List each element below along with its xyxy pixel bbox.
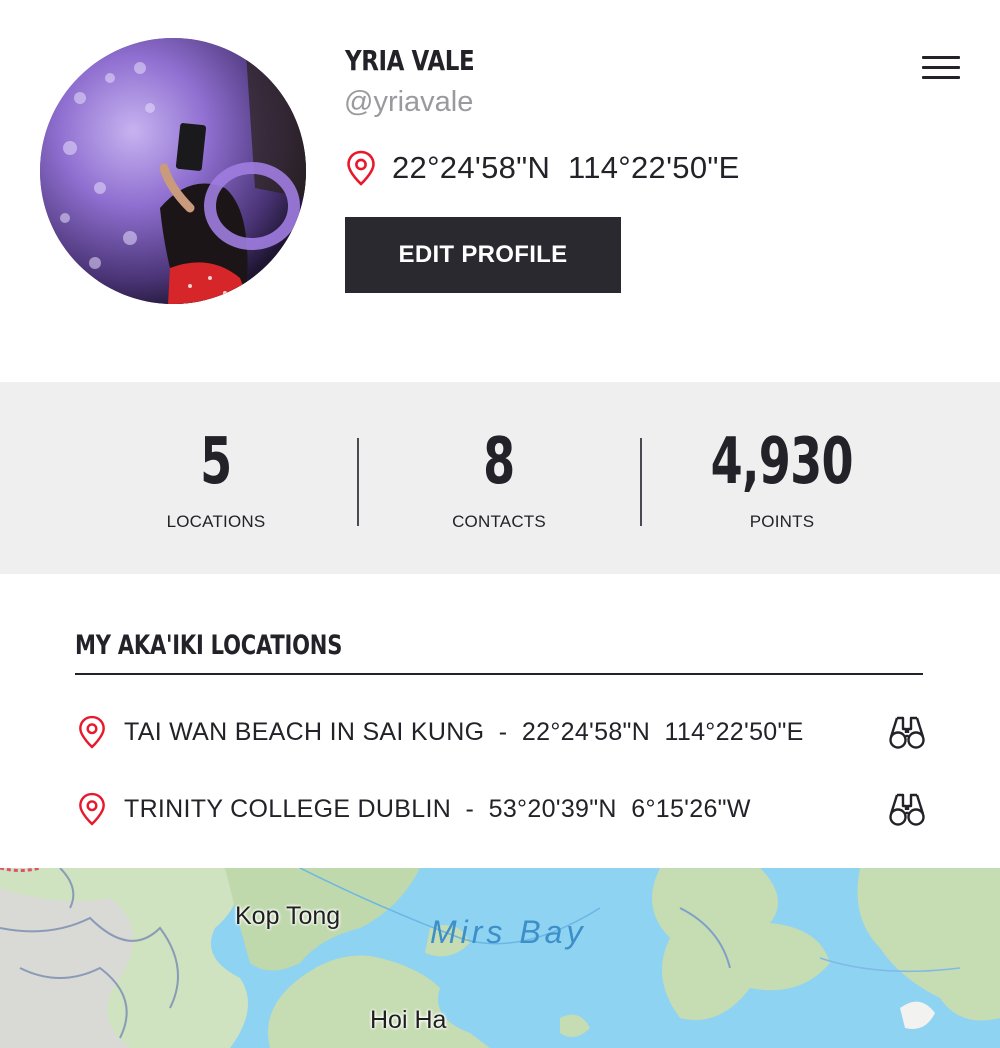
stat-value: 5 bbox=[200, 425, 232, 499]
map-graphic bbox=[0, 868, 1000, 1048]
list-item[interactable]: TAI WAN BEACH IN SAI KUNG - 22°24'58"N 1… bbox=[78, 712, 926, 752]
profile-coordinates: 22°24'58"N 114°22'50"E bbox=[346, 150, 740, 186]
stat-label: LOCATIONS bbox=[166, 512, 266, 531]
avatar bbox=[40, 38, 306, 304]
edit-profile-button[interactable]: EDIT PROFILE bbox=[345, 217, 621, 293]
binoculars-icon[interactable] bbox=[888, 715, 926, 749]
stat-divider bbox=[357, 438, 359, 526]
location-pin-icon bbox=[347, 150, 375, 186]
location-pin-icon bbox=[79, 792, 105, 826]
stat-value: 4,930 bbox=[710, 425, 854, 499]
coordinates-text: 22°24'58"N 114°22'50"E bbox=[392, 150, 740, 185]
stat-locations[interactable]: 5 LOCATIONS bbox=[86, 426, 346, 532]
stats-bar: 5 LOCATIONS 8 CONTACTS 4,930 POINTS bbox=[0, 382, 1000, 574]
stat-label: CONTACTS bbox=[452, 512, 546, 531]
list-item[interactable]: TRINITY COLLEGE DUBLIN - 53°20'39"N 6°15… bbox=[78, 789, 926, 829]
stat-value: 8 bbox=[483, 425, 515, 499]
profile-name: YRIA VALE bbox=[345, 44, 475, 77]
section-title: MY AKA'IKI LOCATIONS bbox=[75, 630, 343, 661]
location-text: TAI WAN BEACH IN SAI KUNG - 22°24'58"N 1… bbox=[124, 717, 804, 746]
stat-points[interactable]: 4,930 POINTS bbox=[652, 426, 912, 532]
map-label: Kop Tong bbox=[235, 902, 341, 930]
stat-contacts[interactable]: 8 CONTACTS bbox=[369, 426, 629, 532]
stat-divider bbox=[640, 438, 642, 526]
binoculars-icon[interactable] bbox=[888, 792, 926, 826]
avatar-photo bbox=[40, 38, 306, 304]
section-divider bbox=[75, 673, 923, 675]
profile-handle: @yriavale bbox=[344, 86, 474, 118]
stat-label: POINTS bbox=[749, 512, 815, 531]
map-view[interactable]: Kop Tong Mirs Bay Hoi Ha bbox=[0, 868, 1000, 1048]
map-water-label: Mirs Bay bbox=[430, 914, 587, 950]
hamburger-menu-icon[interactable] bbox=[922, 56, 960, 86]
map-label: Hoi Ha bbox=[370, 1006, 447, 1034]
location-pin-icon bbox=[79, 715, 105, 749]
location-text: TRINITY COLLEGE DUBLIN - 53°20'39"N 6°15… bbox=[124, 794, 751, 823]
